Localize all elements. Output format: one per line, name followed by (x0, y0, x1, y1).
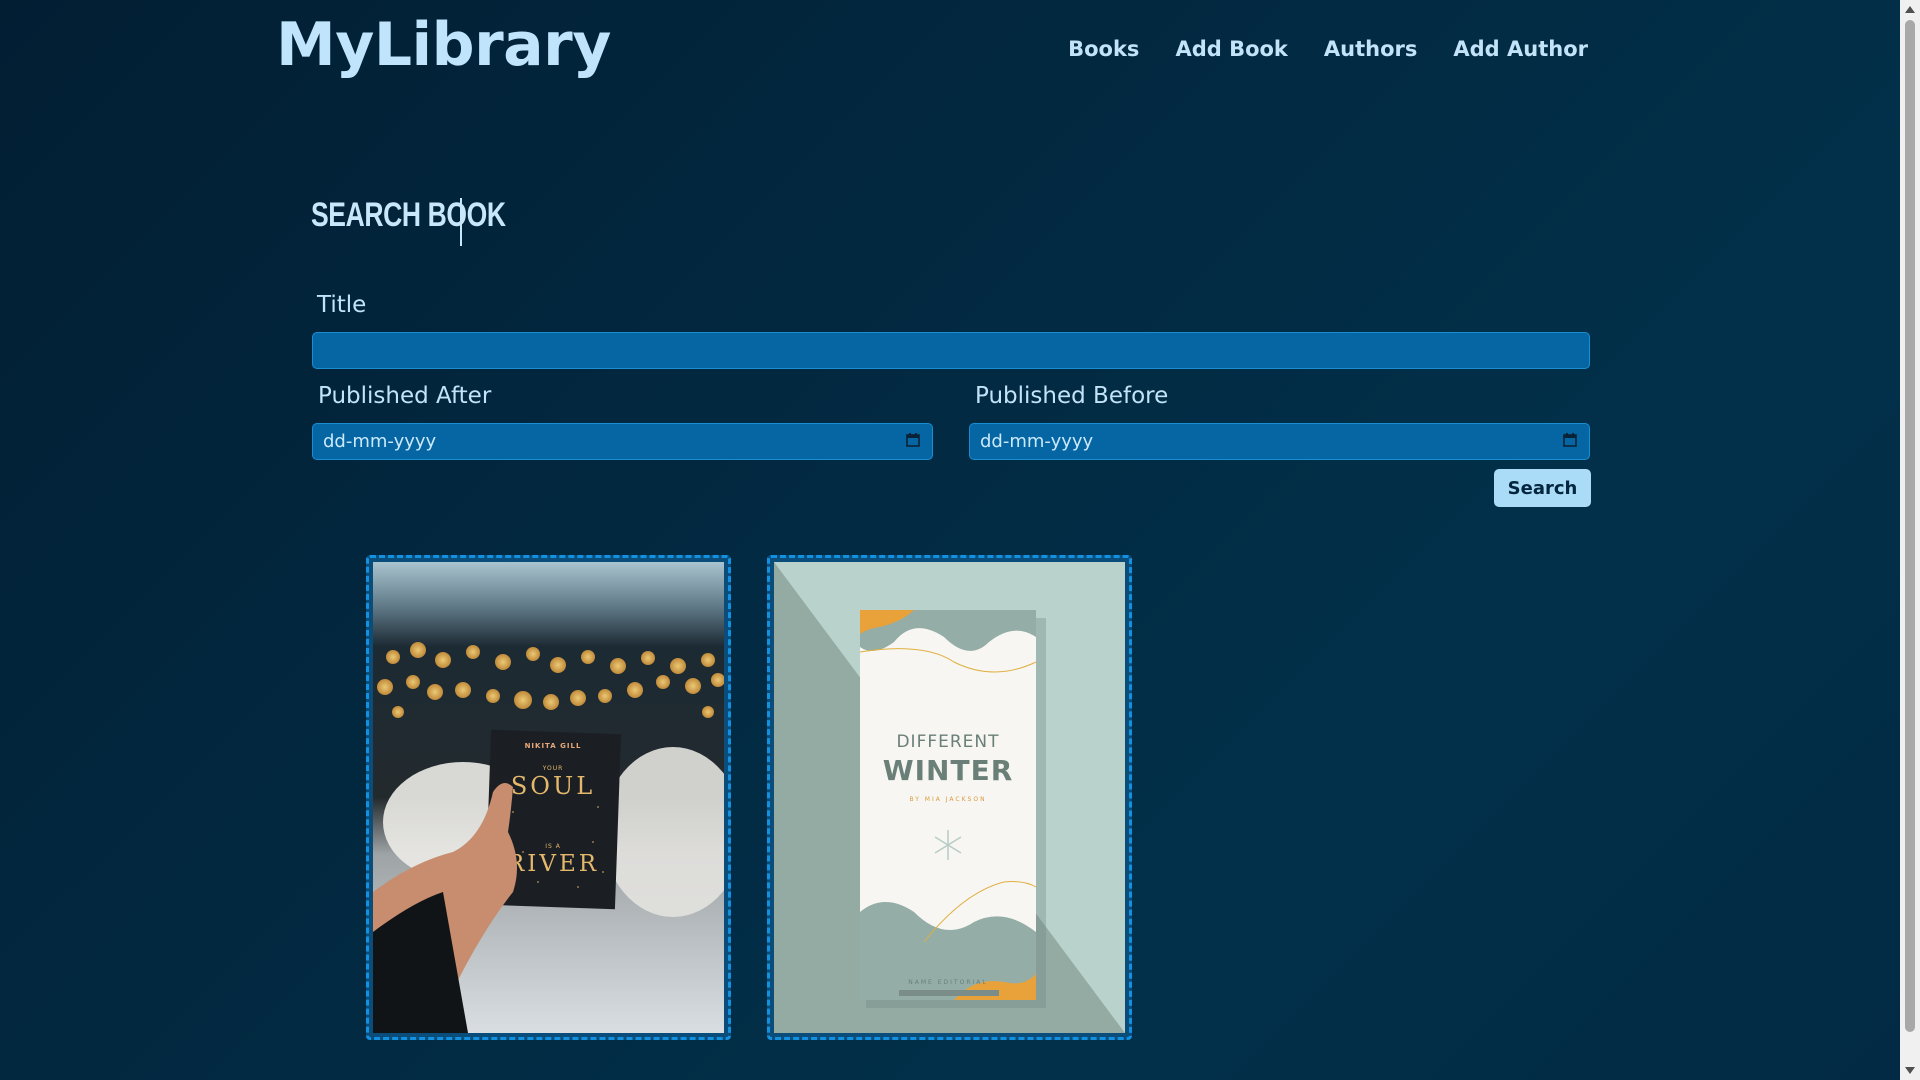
book-cover-card[interactable]: NIKITA GILL YOUR SOUL IS A RIVER (366, 555, 731, 1040)
nav-books[interactable]: Books (1068, 37, 1139, 61)
nav-add-author[interactable]: Add Author (1453, 37, 1588, 61)
main-nav: Books Add Book Authors Add Author (1068, 37, 1588, 61)
title-field[interactable] (312, 332, 1590, 369)
cover-title-line2: WINTER (883, 754, 1014, 787)
published-before-input[interactable] (970, 424, 1589, 459)
scroll-thumb[interactable] (1905, 20, 1915, 1032)
nav-add-book[interactable]: Add Book (1175, 37, 1287, 61)
book-cover-image: DIFFERENT WINTER BY MIA JACKSON NAME EDI… (774, 562, 1125, 1033)
nav-authors[interactable]: Authors (1324, 37, 1417, 61)
cover-publisher-text: NAME EDITORIAL (908, 979, 987, 986)
cover-author-text: BY MIA JACKSON (909, 796, 986, 803)
cover-title-line2: SOUL (511, 772, 595, 800)
published-before-field[interactable] (969, 423, 1590, 460)
title-input[interactable] (313, 333, 1589, 368)
page-title: SEARCH BOOK (311, 196, 506, 234)
site-header: MyLibrary Books Add Book Authors Add Aut… (0, 0, 1900, 100)
cover-title-line4: RIVER (507, 851, 599, 877)
scroll-up-icon[interactable] (1905, 6, 1915, 13)
calendar-icon[interactable] (906, 433, 920, 447)
brand-logo[interactable]: MyLibrary (276, 10, 611, 80)
scrollbar[interactable] (1900, 0, 1920, 1080)
cover-title-line3: IS A (545, 843, 561, 850)
title-label: Title (317, 292, 367, 318)
search-button[interactable]: Search (1494, 469, 1591, 507)
published-after-label: Published After (318, 383, 492, 409)
cover-author-text: NIKITA GILL (525, 742, 582, 750)
cover-title-line1: DIFFERENT (896, 732, 999, 752)
book-cover-image: NIKITA GILL YOUR SOUL IS A RIVER (373, 562, 724, 1033)
scroll-down-icon[interactable] (1905, 1067, 1915, 1074)
text-caret (460, 198, 462, 246)
book-cover-card[interactable]: DIFFERENT WINTER BY MIA JACKSON NAME EDI… (767, 555, 1132, 1040)
published-after-field[interactable] (312, 423, 933, 460)
published-after-input[interactable] (313, 424, 932, 459)
calendar-icon[interactable] (1563, 433, 1577, 447)
published-before-label: Published Before (975, 383, 1169, 409)
cover-title-line1: YOUR (542, 765, 564, 772)
